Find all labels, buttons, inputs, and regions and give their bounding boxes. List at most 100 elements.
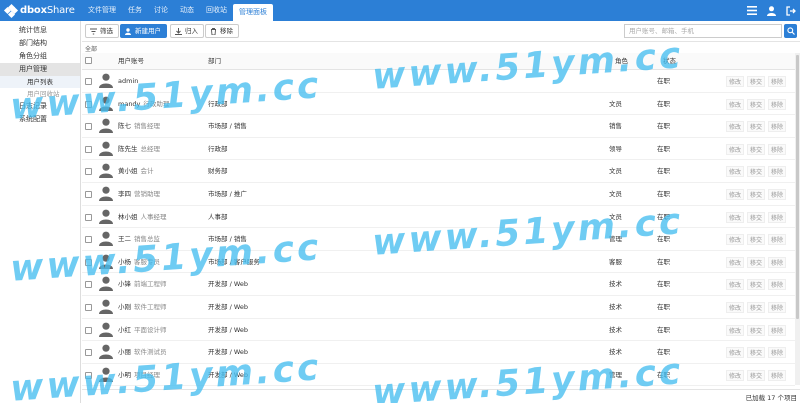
logout-icon[interactable]	[786, 5, 796, 16]
remove-row-button[interactable]: 移除	[768, 324, 787, 336]
edit-button[interactable]: 修改	[726, 76, 745, 87]
edit-button[interactable]: 修改	[726, 166, 745, 178]
scrollbar-thumb[interactable]	[796, 55, 799, 319]
table-row[interactable]: 小杨 客服专员 市场部 / 客户服务 客服 在职 修改 移交 移除	[82, 251, 795, 274]
table-row[interactable]: 黄小姐 会计 财务部 文员 在职 修改 移交 移除	[82, 160, 795, 183]
import-button[interactable]: 归入	[170, 24, 204, 38]
transfer-button[interactable]: 移交	[747, 121, 766, 133]
table-row[interactable]: 小丽 软件测试员 开发部 / Web 技术 在职 修改 移交 移除	[82, 341, 795, 364]
transfer-button[interactable]: 移交	[747, 166, 766, 178]
user-name-cell[interactable]: 小杨 客服专员	[118, 251, 160, 273]
user-name-cell[interactable]: 陈先生 总经理	[118, 138, 160, 160]
table-row[interactable]: 小锋 前端工程师 开发部 / Web 技术 在职 修改 移交 移除	[82, 273, 795, 296]
new-user-button[interactable]: 新建用户	[120, 24, 167, 38]
nav-tab[interactable]: 文件管理	[82, 0, 122, 21]
transfer-button[interactable]: 移交	[747, 188, 766, 200]
sidebar-subitem-user-recycle[interactable]: 用户回收站	[0, 88, 80, 100]
row-checkbox[interactable]	[85, 213, 92, 221]
sidebar-item-roles[interactable]: 角色分组	[0, 50, 80, 63]
row-checkbox[interactable]	[85, 190, 92, 198]
menu-icon[interactable]	[747, 6, 757, 15]
user-name-cell[interactable]: 小锋 前端工程师	[118, 273, 167, 295]
sidebar-subitem-user-list[interactable]: 用户列表	[0, 76, 80, 88]
row-checkbox[interactable]	[85, 78, 92, 85]
edit-button[interactable]: 修改	[726, 324, 745, 336]
user-name-cell[interactable]: 王二 销售总监	[118, 228, 160, 250]
user-name-cell[interactable]: 小红 平面设计师	[118, 319, 167, 341]
table-row[interactable]: 小明 项目经理 开发部 / Web 管理 在职 修改 移交 移除	[82, 364, 795, 387]
nav-tab[interactable]: 讨论	[148, 0, 174, 21]
table-row[interactable]: 林小姐 人事经理 人事部 文员 在职 修改 移交 移除	[82, 206, 795, 229]
nav-tab[interactable]: 管理面板	[233, 4, 273, 21]
remove-row-button[interactable]: 移除	[768, 98, 787, 110]
user-name-cell[interactable]: mandy 行政助理	[118, 93, 169, 115]
user-name-cell[interactable]: 林小姐 人事经理	[118, 206, 167, 228]
transfer-button[interactable]: 移交	[747, 234, 766, 246]
row-checkbox[interactable]	[85, 236, 92, 244]
remove-row-button[interactable]: 移除	[768, 76, 787, 87]
table-row[interactable]: 陈先生 总经理 行政部 领导 在职 修改 移交 移除	[82, 138, 795, 161]
sidebar-item-logs[interactable]: 日志记录	[0, 100, 80, 113]
table-row[interactable]: 陈七 销售经理 市场部 / 销售 销售 在职 修改 移交 移除	[82, 115, 795, 138]
transfer-button[interactable]: 移交	[747, 369, 766, 381]
transfer-button[interactable]: 移交	[747, 279, 766, 291]
remove-row-button[interactable]: 移除	[768, 256, 787, 268]
nav-tab[interactable]: 动态	[174, 0, 200, 21]
edit-button[interactable]: 修改	[726, 301, 745, 313]
remove-row-button[interactable]: 移除	[768, 143, 787, 155]
remove-row-button[interactable]: 移除	[768, 188, 787, 200]
table-row[interactable]: 小红 平面设计师 开发部 / Web 技术 在职 修改 移交 移除	[82, 319, 795, 342]
sidebar-item-statistics[interactable]: 统计信息	[0, 24, 80, 37]
remove-row-button[interactable]: 移除	[768, 211, 787, 223]
edit-button[interactable]: 修改	[726, 279, 745, 291]
nav-tab[interactable]: 任务	[122, 0, 148, 21]
transfer-button[interactable]: 移交	[747, 347, 766, 359]
user-name-cell[interactable]: 小丽 软件测试员	[118, 341, 167, 363]
search-button[interactable]	[784, 24, 797, 38]
user-icon[interactable]	[767, 5, 776, 16]
row-checkbox[interactable]	[85, 371, 92, 379]
row-checkbox[interactable]	[85, 168, 92, 176]
sidebar-item-departments[interactable]: 部门结构	[0, 37, 80, 50]
edit-button[interactable]: 修改	[726, 143, 745, 155]
sidebar-item-settings[interactable]: 系统配置	[0, 113, 80, 126]
row-checkbox[interactable]	[85, 326, 92, 334]
transfer-button[interactable]: 移交	[747, 211, 766, 223]
transfer-button[interactable]: 移交	[747, 76, 766, 87]
edit-button[interactable]: 修改	[726, 188, 745, 200]
edit-button[interactable]: 修改	[726, 369, 745, 381]
search-input[interactable]	[624, 24, 782, 38]
column-header-role[interactable]: 角色	[615, 53, 628, 70]
transfer-button[interactable]: 移交	[747, 143, 766, 155]
transfer-button[interactable]: 移交	[747, 301, 766, 313]
row-checkbox[interactable]	[85, 303, 92, 311]
remove-row-button[interactable]: 移除	[768, 234, 787, 246]
row-checkbox[interactable]	[85, 281, 92, 289]
app-logo[interactable]: dboxShare	[3, 3, 75, 18]
user-name-cell[interactable]: 黄小姐 会计	[118, 160, 154, 182]
row-checkbox[interactable]	[85, 145, 92, 153]
filter-button[interactable]: 筛选	[85, 24, 119, 38]
remove-row-button[interactable]: 移除	[768, 279, 787, 291]
table-row[interactable]: admin 在职 修改 移交 移除	[82, 70, 795, 93]
row-checkbox[interactable]	[85, 100, 92, 108]
user-name-cell[interactable]: 小明 项目经理	[118, 364, 160, 386]
edit-button[interactable]: 修改	[726, 121, 745, 133]
nav-tab[interactable]: 回收站	[200, 0, 233, 21]
column-header-user[interactable]: 用户账号	[118, 53, 144, 70]
select-all-checkbox[interactable]	[85, 57, 92, 64]
column-header-dept[interactable]: 部门	[208, 53, 221, 70]
edit-button[interactable]: 修改	[726, 98, 745, 110]
edit-button[interactable]: 修改	[726, 256, 745, 268]
remove-row-button[interactable]: 移除	[768, 369, 787, 381]
row-checkbox[interactable]	[85, 349, 92, 357]
row-checkbox[interactable]	[85, 258, 92, 266]
column-header-status[interactable]: 状态	[663, 53, 676, 70]
table-row[interactable]: 李四 营销助理 市场部 / 推广 文员 在职 修改 移交 移除	[82, 183, 795, 206]
user-name-cell[interactable]: 陈七 销售经理	[118, 115, 160, 137]
edit-button[interactable]: 修改	[726, 347, 745, 359]
table-row[interactable]: mandy 行政助理 行政部 文员 在职 修改 移交 移除	[82, 93, 795, 116]
edit-button[interactable]: 修改	[726, 234, 745, 246]
transfer-button[interactable]: 移交	[747, 98, 766, 110]
remove-row-button[interactable]: 移除	[768, 347, 787, 359]
